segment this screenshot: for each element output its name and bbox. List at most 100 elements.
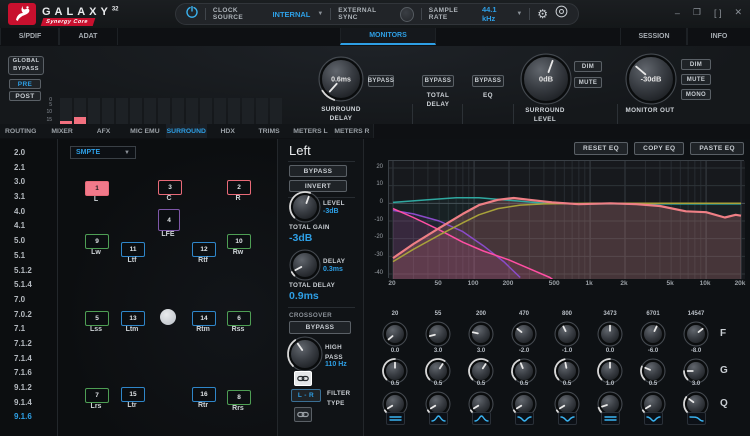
sidebar-item-5.1.4[interactable]: 5.1.4 (0, 278, 57, 293)
tab-mixer[interactable]: MIXER (41, 124, 83, 138)
sidebar-item-9.1.4[interactable]: 9.1.4 (0, 396, 57, 411)
gear-icon[interactable]: ⚙ (537, 8, 548, 20)
pre-button[interactable]: PRE (9, 79, 41, 89)
total-delay-bypass-button[interactable]: BYPASS (422, 75, 454, 87)
minimize-button[interactable]: – (675, 8, 680, 18)
global-bypass-button[interactable]: GLOBAL BYPASS (8, 56, 44, 75)
band-7-filter-type-dip-icon[interactable] (644, 412, 663, 425)
eq-bypass-button[interactable]: BYPASS (472, 75, 504, 87)
sidebar-item-3.1[interactable]: 3.1 (0, 190, 57, 205)
sidebar-item-7.0.2[interactable]: 7.0.2 (0, 308, 57, 323)
speaker-Rss[interactable]: 6 (227, 311, 251, 326)
band-4-filter-type-dip-icon[interactable] (515, 412, 534, 425)
channel-bypass-button[interactable]: BYPASS (289, 165, 347, 177)
crossover-label: CROSSOVER (289, 311, 332, 321)
preset-dropdown[interactable]: SMPTE ▼ (70, 146, 136, 159)
restore-button[interactable]: ❐ (693, 7, 701, 18)
tab-trims[interactable]: TRIMS (248, 124, 290, 138)
monitor-out-dim-button[interactable]: DIM (681, 59, 711, 70)
band-2-filter-type-peak-icon[interactable] (429, 412, 448, 425)
surround-level-knob[interactable]: 0dB (519, 52, 573, 111)
sidebar-item-2.0[interactable]: 2.0 (0, 146, 57, 161)
speaker-Rw[interactable]: 10 (227, 234, 251, 249)
close-button[interactable]: ✕ (734, 7, 742, 18)
sample-rate-select[interactable]: 44.1 kHz (482, 5, 509, 23)
tab-adat[interactable]: ADAT (58, 28, 118, 45)
copy-eq-button[interactable]: COPY EQ (634, 142, 684, 155)
sidebar-item-9.1.6[interactable]: 9.1.6 (0, 410, 57, 425)
speaker-Lss[interactable]: 5 (85, 311, 109, 326)
eq-row-label-G: G (720, 365, 728, 376)
eq-response-graph[interactable] (388, 160, 744, 278)
chevron-down-icon[interactable]: ▼ (317, 11, 323, 17)
sidebar-item-4.0[interactable]: 4.0 (0, 205, 57, 220)
power-icon[interactable] (186, 5, 198, 23)
brand-tagline: Synergy Core (41, 18, 95, 26)
tab-routing[interactable]: ROUTING (0, 124, 42, 138)
total-delay-value: 0.9ms (289, 290, 319, 302)
sidebar-item-5.1.2[interactable]: 5.1.2 (0, 264, 57, 279)
clock-source-select[interactable]: INTERNAL (272, 10, 310, 19)
speaker-C[interactable]: 3 (158, 180, 182, 195)
speaker-Ltr[interactable]: 15 (121, 387, 145, 402)
sidebar-item-7.0[interactable]: 7.0 (0, 293, 57, 308)
tab-meters-r[interactable]: METERS R (331, 124, 373, 138)
sidebar-item-7.1[interactable]: 7.1 (0, 322, 57, 337)
band-3-filter-type-peak-icon[interactable] (472, 412, 491, 425)
tab-meters-l[interactable]: METERS L (290, 124, 332, 138)
speaker-LFE[interactable]: 4 (158, 209, 180, 231)
sidebar-item-5.1[interactable]: 5.1 (0, 249, 57, 264)
identify-device-icon[interactable] (555, 5, 568, 23)
band-1-filter-type-flat-icon[interactable] (386, 412, 405, 425)
tab-afx[interactable]: AFX (83, 124, 125, 138)
tab-info[interactable]: INFO (686, 28, 750, 45)
band-5-filter-type-dip-icon[interactable] (558, 412, 577, 425)
band-6-filter-type-flat-icon[interactable] (601, 412, 620, 425)
tab-monitors[interactable]: MONITORS (340, 28, 436, 45)
tab-mic-emu[interactable]: MIC EMU (124, 124, 166, 138)
link-icon[interactable] (294, 371, 312, 386)
sidebar-item-7.1.6[interactable]: 7.1.6 (0, 366, 57, 381)
surround-level-dim-button[interactable]: DIM (574, 61, 602, 72)
tab-session[interactable]: SESSION (620, 28, 688, 45)
monitor-out-mono-button[interactable]: MONO (681, 89, 711, 100)
tab-spdif[interactable]: S/PDIF (0, 28, 60, 45)
speaker-R[interactable]: 2 (227, 180, 251, 195)
paste-eq-button[interactable]: PASTE EQ (690, 142, 744, 155)
band-8-filter-type-lowpass-icon[interactable] (687, 412, 706, 425)
speaker-layout-panel: SMPTE ▼ 1L3C2R4LFE9Lw11Ltf12Rtf10Rw5Lss1… (58, 139, 278, 436)
speaker-Ltf[interactable]: 11 (121, 242, 145, 257)
sidebar-item-9.1.2[interactable]: 9.1.2 (0, 381, 57, 396)
sidebar-item-7.1.2[interactable]: 7.1.2 (0, 337, 57, 352)
chevron-down-icon[interactable]: ▼ (516, 11, 522, 17)
speaker-L[interactable]: 1 (85, 181, 109, 196)
external-sync-button[interactable] (400, 7, 414, 22)
tab-hdx[interactable]: HDX (207, 124, 249, 138)
speaker-Rtr[interactable]: 16 (192, 387, 216, 402)
tab-surround[interactable]: SURROUND (166, 124, 208, 138)
sidebar-item-4.1[interactable]: 4.1 (0, 219, 57, 234)
monitor-out-knob[interactable]: -30dB (624, 52, 678, 111)
eq-y-tick: -40 (363, 270, 383, 276)
speaker-Lrs[interactable]: 7 (85, 388, 109, 403)
filter-type-button[interactable]: L - R (291, 389, 321, 402)
speaker-Ltm[interactable]: 13 (121, 311, 145, 326)
divider (421, 8, 422, 20)
surround-level-mute-button[interactable]: MUTE (574, 77, 602, 88)
sidebar-item-3.0[interactable]: 3.0 (0, 175, 57, 190)
speaker-Rtf[interactable]: 12 (192, 242, 216, 257)
crossover-bypass-button[interactable]: BYPASS (289, 321, 351, 334)
link-icon[interactable] (294, 407, 312, 422)
speaker-Rrs[interactable]: 8 (227, 390, 251, 405)
surround-delay-bypass-button[interactable]: BYPASS (368, 75, 394, 87)
monitor-out-mute-button[interactable]: MUTE (681, 74, 711, 85)
speaker-Lw[interactable]: 9 (85, 234, 109, 249)
surround-delay-knob[interactable]: 0.6ms (317, 55, 365, 108)
sidebar-item-2.1[interactable]: 2.1 (0, 161, 57, 176)
snap-button[interactable]: [ ] (714, 8, 722, 18)
main-tab-bar: ROUTINGMIXERAFXMIC EMUSURROUNDHDXTRIMSME… (0, 124, 750, 140)
sidebar-item-7.1.4[interactable]: 7.1.4 (0, 352, 57, 367)
speaker-Rtm[interactable]: 14 (192, 311, 216, 326)
reset-eq-button[interactable]: RESET EQ (574, 142, 628, 155)
sidebar-item-5.0[interactable]: 5.0 (0, 234, 57, 249)
